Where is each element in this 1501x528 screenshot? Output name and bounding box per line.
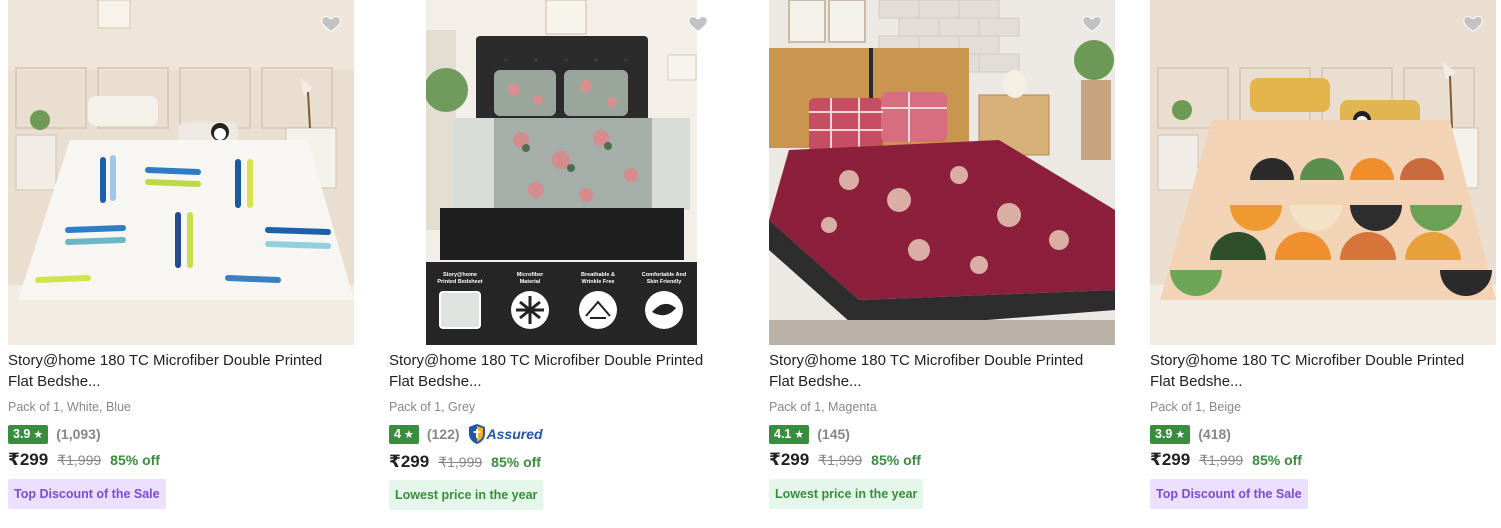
product-image[interactable] bbox=[769, 0, 1115, 345]
rating-badge: 3.9 ★ bbox=[8, 424, 49, 444]
product-image[interactable] bbox=[8, 0, 354, 345]
title-line-2: Flat Bedshe... bbox=[8, 373, 101, 390]
rating-value: 3.9 bbox=[13, 427, 31, 441]
title-line-1: Story@home 180 TC Microfiber Double Prin… bbox=[769, 352, 1084, 369]
assured-label: Assured bbox=[486, 426, 543, 442]
original-price: ₹1,999 bbox=[1199, 452, 1244, 468]
product-variant: Pack of 1, Magenta bbox=[769, 400, 877, 414]
assured-shield-icon bbox=[468, 424, 485, 444]
product-card[interactable]: Story@home 180 TC Microfiber Double Prin… bbox=[8, 0, 354, 528]
product-card[interactable]: Story@home 180 TC Microfiber Double Prin… bbox=[1150, 0, 1496, 528]
rating-row: 4.1 ★ (145) bbox=[769, 424, 850, 444]
product-variant: Pack of 1, White, Blue bbox=[8, 400, 131, 414]
title-line-1: Story@home 180 TC Microfiber Double Prin… bbox=[1150, 352, 1465, 369]
selling-price: ₹299 bbox=[769, 450, 810, 469]
product-card[interactable]: Story@home Printed Bedsheet Microfiber M… bbox=[389, 0, 735, 528]
rating-value: 4.1 bbox=[774, 427, 792, 441]
discount-percent: 85% off bbox=[491, 454, 541, 470]
product-image[interactable]: Story@home Printed Bedsheet Microfiber M… bbox=[426, 0, 697, 345]
title-line-2: Flat Bedshe... bbox=[1150, 373, 1243, 390]
rating-row: 4 ★ (122) Assured bbox=[389, 424, 543, 444]
original-price: ₹1,999 bbox=[438, 454, 483, 470]
offer-tag: Lowest price in the year bbox=[769, 479, 924, 509]
assured-badge: Assured bbox=[468, 423, 543, 445]
product-card[interactable]: Story@home 180 TC Microfiber Double Prin… bbox=[769, 0, 1115, 528]
price-row: ₹299 ₹1,999 85% off bbox=[389, 452, 541, 472]
product-title[interactable]: Story@home 180 TC Microfiber Double Prin… bbox=[8, 350, 348, 392]
offer-tag: Top Discount of the Sale bbox=[8, 479, 166, 509]
heart-icon[interactable] bbox=[1081, 12, 1103, 34]
feature-label-3a: Breathable & bbox=[581, 272, 615, 278]
product-title[interactable]: Story@home 180 TC Microfiber Double Prin… bbox=[1150, 350, 1490, 392]
discount-percent: 85% off bbox=[1252, 452, 1302, 468]
feature-label-2a: Microfiber bbox=[517, 272, 544, 278]
feature-label-4b: Skin Friendly bbox=[647, 279, 682, 285]
star-icon: ★ bbox=[794, 428, 805, 441]
selling-price: ₹299 bbox=[389, 452, 430, 471]
star-icon: ★ bbox=[403, 428, 414, 441]
product-variant: Pack of 1, Beige bbox=[1150, 400, 1242, 414]
discount-percent: 85% off bbox=[110, 452, 160, 468]
title-line-1: Story@home 180 TC Microfiber Double Prin… bbox=[8, 352, 323, 369]
price-row: ₹299 ₹1,999 85% off bbox=[1150, 450, 1302, 470]
discount-percent: 85% off bbox=[871, 452, 921, 468]
title-line-2: Flat Bedshe... bbox=[389, 373, 482, 390]
star-icon: ★ bbox=[33, 428, 44, 441]
heart-icon[interactable] bbox=[687, 12, 709, 34]
rating-count: (418) bbox=[1198, 426, 1231, 442]
rating-badge: 4.1 ★ bbox=[769, 424, 810, 444]
product-title[interactable]: Story@home 180 TC Microfiber Double Prin… bbox=[769, 350, 1109, 392]
product-image[interactable] bbox=[1150, 0, 1496, 345]
offer-tag: Top Discount of the Sale bbox=[1150, 479, 1308, 509]
feature-label-4a: Comfortable And bbox=[642, 272, 686, 278]
offer-tag: Lowest price in the year bbox=[389, 480, 544, 510]
original-price: ₹1,999 bbox=[818, 452, 863, 468]
rating-value: 4 bbox=[394, 427, 401, 441]
product-variant: Pack of 1, Grey bbox=[389, 400, 476, 414]
feature-label-1b: Printed Bedsheet bbox=[437, 279, 482, 285]
price-row: ₹299 ₹1,999 85% off bbox=[8, 450, 160, 470]
rating-value: 3.9 bbox=[1155, 427, 1173, 441]
star-icon: ★ bbox=[1175, 428, 1186, 441]
rating-badge: 3.9 ★ bbox=[1150, 424, 1191, 444]
rating-row: 3.9 ★ (418) bbox=[1150, 424, 1231, 444]
rating-count: (145) bbox=[817, 426, 850, 442]
original-price: ₹1,999 bbox=[57, 452, 102, 468]
title-line-1: Story@home 180 TC Microfiber Double Prin… bbox=[389, 352, 704, 369]
feature-label-3b: Wrinkle Free bbox=[582, 279, 615, 285]
rating-count: (122) bbox=[426, 426, 460, 442]
rating-badge: 4 ★ bbox=[389, 424, 419, 444]
price-row: ₹299 ₹1,999 85% off bbox=[769, 450, 921, 470]
rating-count: (1,093) bbox=[56, 426, 101, 442]
feature-label-2b: Material bbox=[520, 279, 541, 285]
heart-icon[interactable] bbox=[1462, 12, 1484, 34]
title-line-2: Flat Bedshe... bbox=[769, 373, 862, 390]
feature-label-1a: Story@home bbox=[443, 272, 477, 278]
selling-price: ₹299 bbox=[1150, 450, 1191, 469]
rating-row: 3.9 ★ (1,093) bbox=[8, 424, 101, 444]
product-title[interactable]: Story@home 180 TC Microfiber Double Prin… bbox=[389, 350, 729, 392]
selling-price: ₹299 bbox=[8, 450, 49, 469]
heart-icon[interactable] bbox=[320, 12, 342, 34]
